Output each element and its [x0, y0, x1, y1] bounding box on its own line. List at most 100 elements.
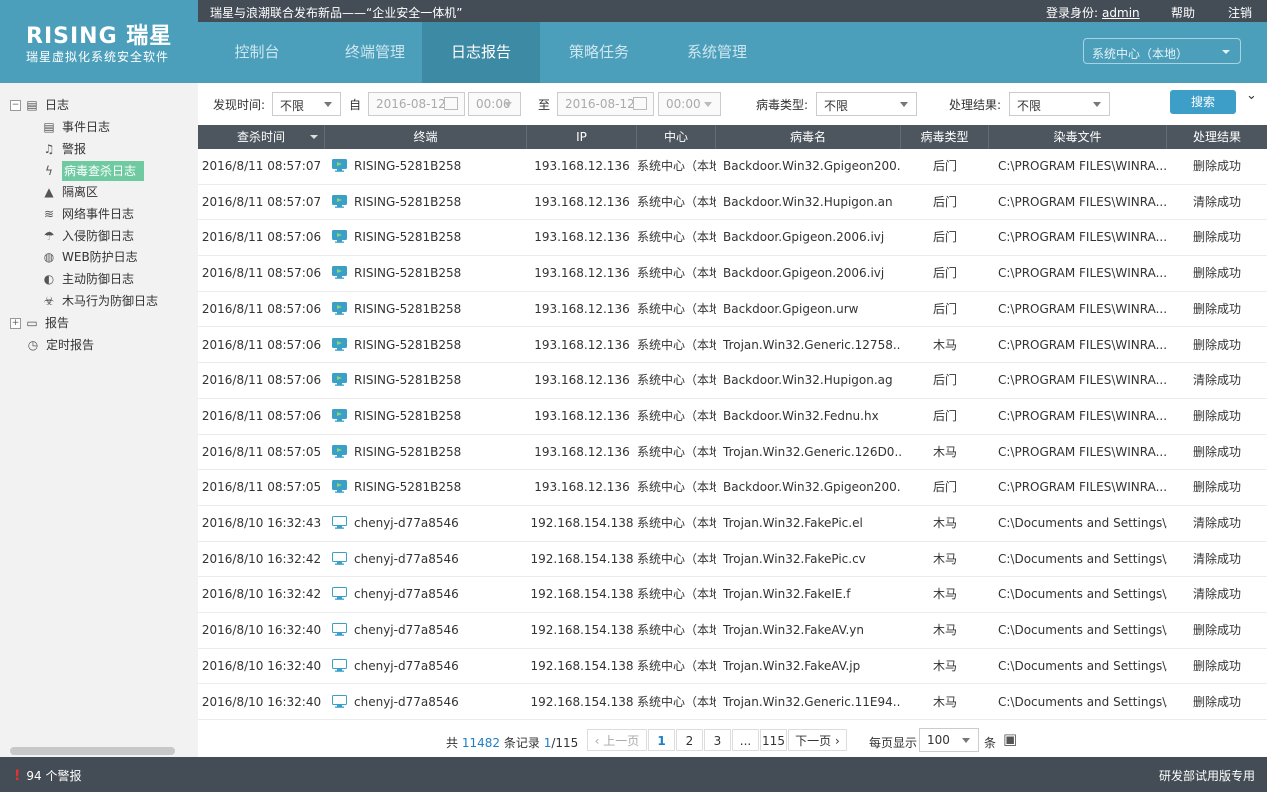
- cell-infected-file: C:\PROGRAM FILES\WINRA...: [998, 444, 1167, 459]
- table-row[interactable]: 2016/8/11 08:57:06 RISING-5281B258 193.168…: [198, 292, 1267, 328]
- virtual-machine-icon: [332, 444, 347, 458]
- table-row[interactable]: 2016/8/11 08:57:07 RISING-5281B258 193.168…: [198, 185, 1267, 221]
- page-button-2[interactable]: 2: [676, 729, 703, 751]
- next-page-button[interactable]: 下一页 ›: [788, 729, 847, 751]
- prev-page-button[interactable]: ‹ 上一页: [587, 729, 647, 751]
- center-select[interactable]: 系统中心（本地）: [1083, 38, 1241, 64]
- tab-endpoint-management[interactable]: 终端管理: [316, 22, 434, 83]
- to-time-select[interactable]: 00:00: [658, 92, 721, 116]
- tab-log-report[interactable]: 日志报告: [422, 22, 540, 83]
- virtual-machine-icon: [332, 159, 347, 172]
- sidebar-item-virus-log[interactable]: ϟ 病毒查杀日志: [42, 161, 145, 181]
- cell-scan-time: 2016/8/11 08:57:06: [201, 373, 322, 388]
- news-link[interactable]: 瑞星与浪潮联合发布新品——“企业安全一体机”: [210, 4, 462, 21]
- table-row[interactable]: 2016/8/11 08:57:06 RISING-5281B258 193.168…: [198, 220, 1267, 257]
- table-row[interactable]: 2016/8/10 16:32:43 chenyj-d77a8546 192.168…: [198, 506, 1267, 542]
- cell-endpoint: chenyj-d77a8546: [332, 542, 527, 577]
- page-button-1[interactable]: 1: [648, 729, 675, 751]
- sidebar-item-network-log[interactable]: ≋ 网络事件日志: [42, 204, 134, 224]
- save-icon[interactable]: ▣: [1003, 730, 1017, 748]
- table-row[interactable]: 2016/8/10 16:32:40 chenyj-d77a8546 192.168…: [198, 613, 1267, 649]
- result-select[interactable]: 不限: [1009, 92, 1110, 116]
- cell-center: 系统中心（本地）: [637, 658, 716, 673]
- per-page-unit: 条: [984, 736, 997, 750]
- sidebar-item-quarantine[interactable]: ▲ 隔离区: [42, 182, 98, 202]
- from-time-select[interactable]: 00:00: [468, 92, 521, 116]
- found-time-label: 发现时间:: [213, 98, 266, 112]
- cell-infected-file: C:\Documents and Settings\A...: [998, 694, 1167, 709]
- table-row[interactable]: 2016/8/10 16:32:40 chenyj-d77a8546 192.168…: [198, 685, 1267, 721]
- page-button-last[interactable]: 115: [760, 729, 787, 751]
- tab-system-management[interactable]: 系统管理: [658, 22, 776, 83]
- page-button-3[interactable]: 3: [704, 729, 731, 751]
- col-result[interactable]: 处理结果: [1167, 125, 1267, 149]
- col-virus-type[interactable]: 病毒类型: [901, 125, 989, 149]
- sidebar-item-event-log[interactable]: ▤ 事件日志: [42, 117, 110, 137]
- sidebar-item-trojan-log[interactable]: ☣ 木马行为防御日志: [42, 291, 158, 311]
- cell-endpoint: chenyj-d77a8546: [332, 577, 527, 612]
- expand-icon[interactable]: +: [10, 318, 21, 329]
- collapse-icon[interactable]: −: [10, 100, 21, 111]
- table-row[interactable]: 2016/8/10 16:32:40 chenyj-d77a8546 192.168…: [198, 649, 1267, 685]
- table-row[interactable]: 2016/8/11 08:57:06 RISING-5281B258 193.168…: [198, 363, 1267, 399]
- table-row[interactable]: 2016/8/11 08:57:05 RISING-5281B258 193.168…: [198, 470, 1267, 506]
- sidebar-item-intrusion-log[interactable]: ☂ 入侵防御日志: [42, 226, 134, 246]
- record-count: 共 11482 条记录 1/115: [446, 736, 579, 750]
- cell-ip: 193.168.12.136: [534, 373, 630, 388]
- center-select-value: 系统中心（本地）: [1092, 47, 1189, 61]
- table-row[interactable]: 2016/8/10 16:32:42 chenyj-d77a8546 192.168…: [198, 542, 1267, 578]
- alarm-count[interactable]: ! 94 个警报: [14, 767, 81, 784]
- found-time-select[interactable]: 不限: [272, 92, 341, 116]
- col-virus-name[interactable]: 病毒名: [716, 125, 901, 149]
- cell-result: 删除成功: [1192, 658, 1241, 673]
- sidebar-item-active-defense-log[interactable]: ◐ 主动防御日志: [42, 269, 134, 289]
- user-link[interactable]: admin: [1102, 6, 1140, 20]
- logout-link[interactable]: 注销: [1228, 4, 1252, 21]
- cell-infected-file: C:\PROGRAM FILES\WINRA...: [998, 301, 1167, 316]
- monitor-icon: [332, 694, 347, 708]
- per-page-select[interactable]: 100: [919, 728, 979, 752]
- col-scan-time[interactable]: 查杀时间: [198, 125, 325, 149]
- cell-infected-file: C:\PROGRAM FILES\WINRA...: [998, 194, 1167, 209]
- virtual-machine-icon: [332, 230, 347, 244]
- cell-result: 删除成功: [1192, 480, 1241, 495]
- sidebar-item-web-log[interactable]: ◍ WEB防护日志: [42, 247, 138, 267]
- tree-node-log[interactable]: − ▤ 日志: [10, 95, 69, 115]
- chevron-down-icon: [704, 102, 712, 107]
- virtual-machine-icon: [332, 373, 347, 386]
- expand-filter-icon[interactable]: ⌄: [1246, 88, 1257, 103]
- cell-virus-name: Trojan.Win32.FakeIE.f: [723, 587, 851, 602]
- monitor-icon: [332, 587, 347, 601]
- warning-icon: !: [14, 768, 21, 784]
- cell-virus-name: Trojan.Win32.FakePic.cv: [723, 551, 866, 566]
- search-button[interactable]: 搜索: [1170, 90, 1236, 114]
- cell-endpoint: RISING-5281B258: [332, 256, 527, 291]
- cell-virus-type: 木马: [932, 694, 957, 709]
- sidebar-item-alarm[interactable]: ♫ 警报: [42, 139, 86, 159]
- folder-icon: ▭: [26, 316, 38, 330]
- col-ip[interactable]: IP: [527, 125, 637, 149]
- table-row[interactable]: 2016/8/11 08:57:07 RISING-5281B258 193.168…: [198, 149, 1267, 185]
- table-row[interactable]: 2016/8/11 08:57:05 RISING-5281B258 193.168…: [198, 435, 1267, 471]
- to-date-input[interactable]: 2016-08-12: [557, 92, 654, 116]
- from-date-input[interactable]: 2016-08-12: [368, 92, 465, 116]
- cell-scan-time: 2016/8/10 16:32:42: [201, 551, 322, 566]
- col-infected-file[interactable]: 染毒文件: [989, 125, 1167, 149]
- tab-policy-task[interactable]: 策略任务: [540, 22, 658, 83]
- table-row[interactable]: 2016/8/11 08:57:06 RISING-5281B258 193.168…: [198, 328, 1267, 364]
- monitor-icon: [332, 623, 347, 636]
- table-row[interactable]: 2016/8/11 08:57:06 RISING-5281B258 193.168…: [198, 256, 1267, 292]
- cell-virus-type: 木马: [932, 551, 957, 566]
- table-row[interactable]: 2016/8/10 16:32:42 chenyj-d77a8546 192.168…: [198, 577, 1267, 614]
- col-endpoint[interactable]: 终端: [325, 125, 527, 149]
- table-row[interactable]: 2016/8/11 08:57:06 RISING-5281B258 193.168…: [198, 399, 1267, 435]
- col-center[interactable]: 中心: [637, 125, 716, 149]
- cell-endpoint: RISING-5281B258: [332, 470, 527, 505]
- tree-node-report[interactable]: + ▭ 报告: [10, 313, 69, 333]
- help-link[interactable]: 帮助: [1171, 4, 1195, 21]
- cell-infected-file: C:\Documents and Settings\A...: [998, 623, 1167, 638]
- virus-type-select[interactable]: 不限: [816, 92, 917, 116]
- tab-console[interactable]: 控制台: [198, 22, 316, 83]
- tree-node-timed-report[interactable]: ◷ 定时报告: [26, 335, 94, 355]
- sidebar-scrollbar[interactable]: [10, 747, 175, 755]
